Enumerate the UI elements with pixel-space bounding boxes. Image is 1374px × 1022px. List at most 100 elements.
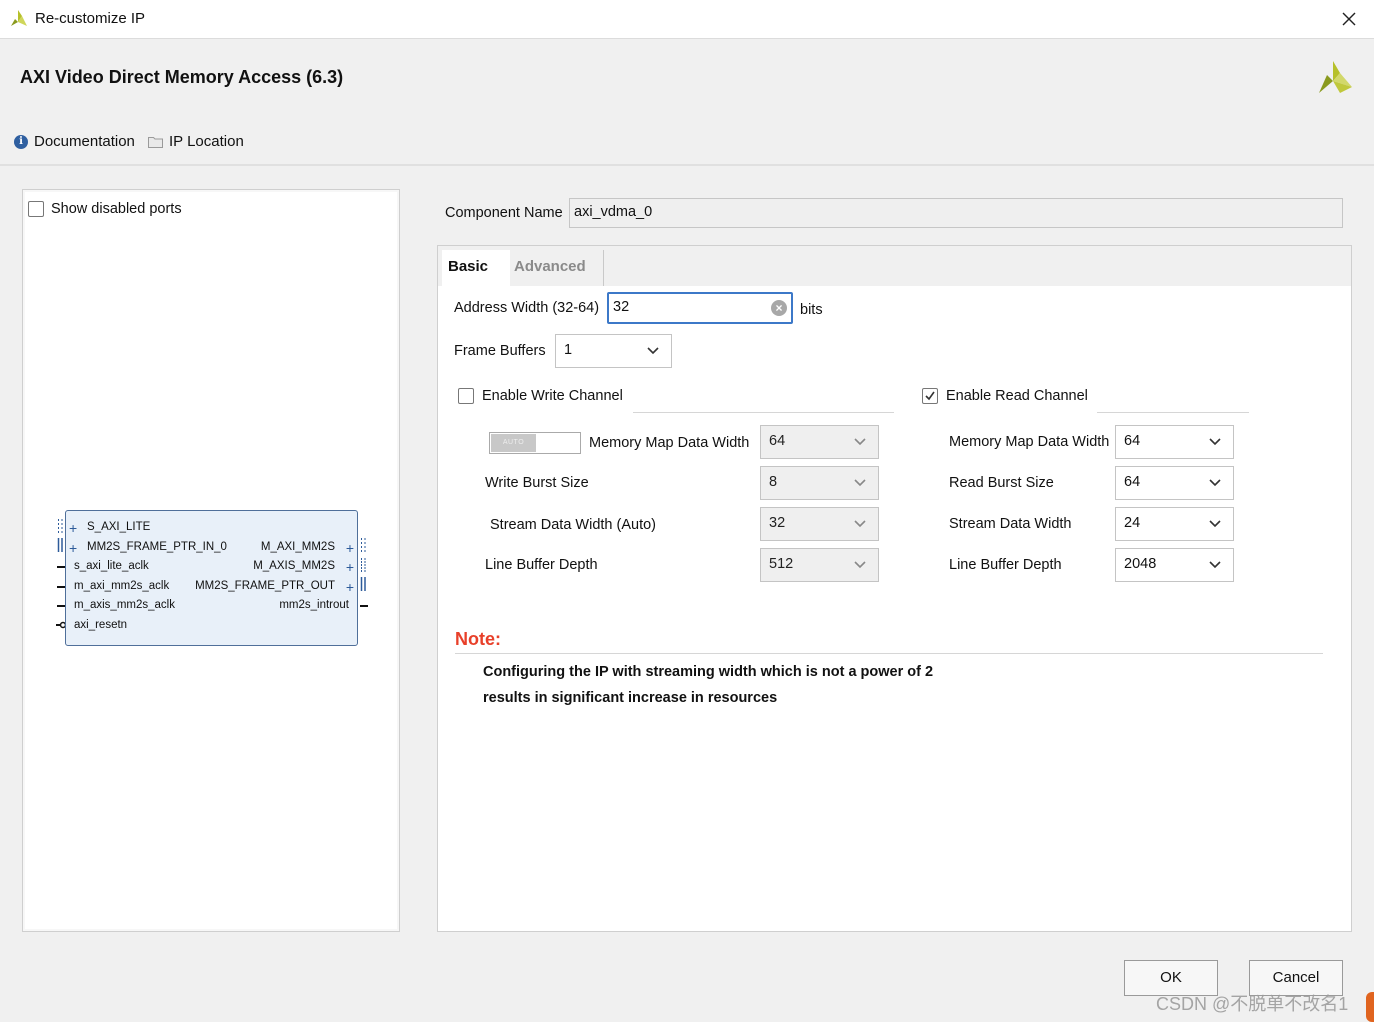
xilinx-logo-icon (11, 10, 27, 26)
chevron-down-icon (854, 479, 866, 487)
frame-buffers-value: 1 (564, 342, 573, 358)
address-width-label: Address Width (32-64) (454, 300, 600, 316)
bus-interface-icon (57, 538, 63, 552)
expand-icon[interactable]: + (346, 541, 354, 555)
documentation-link[interactable]: i Documentation (14, 133, 135, 150)
write-stream-data-width-label: Stream Data Width (Auto) (490, 517, 656, 533)
chevron-down-icon (1209, 438, 1221, 446)
chevron-down-icon (1209, 520, 1221, 528)
tab-advanced[interactable]: Advanced (508, 250, 604, 286)
close-icon[interactable] (1336, 6, 1362, 32)
component-name-field[interactable]: axi_vdma_0 (569, 198, 1343, 228)
show-disabled-ports-option[interactable]: Show disabled ports (28, 201, 182, 217)
documentation-label: Documentation (34, 133, 135, 150)
chevron-down-icon (854, 520, 866, 528)
title-bar: Re-customize IP (0, 0, 1374, 39)
port-label: S_AXI_LITE (87, 521, 151, 533)
port-label: M_AXI_MM2S (260, 541, 335, 553)
address-width-value: 32 (613, 299, 630, 315)
ip-header: AXI Video Direct Memory Access (6.3) i D… (0, 39, 1374, 166)
clear-icon[interactable]: × (771, 300, 787, 316)
port-label: s_axi_lite_aclk (74, 560, 149, 572)
show-disabled-ports-label: Show disabled ports (51, 201, 182, 217)
note-divider (455, 653, 1323, 654)
chevron-down-icon (1209, 561, 1221, 569)
enable-write-channel-checkbox[interactable] (458, 388, 474, 404)
auto-toggle-knob: AUTO (491, 434, 536, 452)
enable-read-channel-label: Enable Read Channel (946, 388, 1088, 404)
expand-icon[interactable]: + (69, 521, 77, 535)
read-channel-divider (1097, 412, 1249, 413)
write-burst-size-value: 8 (769, 474, 778, 490)
bus-interface-icon (361, 558, 366, 572)
ip-title: AXI Video Direct Memory Access (6.3) (20, 67, 344, 87)
write-channel-divider (633, 412, 894, 413)
read-mm-data-width-label: Memory Map Data Width (949, 434, 1110, 450)
port-label: M_AXIS_MM2S (253, 560, 335, 572)
corner-badge (1366, 992, 1374, 1022)
symbol-panel: Show disabled ports + S_AXI_LITE + MM2S_… (22, 189, 400, 932)
xilinx-brand-icon (1319, 61, 1352, 93)
window-title: Re-customize IP (35, 10, 146, 27)
expand-icon[interactable]: + (346, 580, 354, 594)
read-burst-size-dropdown[interactable]: 64 (1115, 466, 1234, 500)
read-burst-size-label: Read Burst Size (949, 475, 1054, 491)
port-label: MM2S_FRAME_PTR_OUT (195, 580, 335, 592)
show-disabled-ports-checkbox[interactable] (28, 201, 44, 217)
read-burst-size-value: 64 (1124, 474, 1141, 490)
frame-buffers-label: Frame Buffers (454, 343, 546, 359)
read-mm-data-width-dropdown[interactable]: 64 (1115, 425, 1234, 459)
chevron-down-icon (854, 561, 866, 569)
write-line-buffer-depth-dropdown[interactable]: 512 (760, 548, 879, 582)
ip-symbol-block: + S_AXI_LITE + MM2S_FRAME_PTR_IN_0 s_axi… (65, 510, 358, 646)
tab-strip: Basic Advanced (438, 246, 1351, 286)
write-mm-data-width-dropdown[interactable]: 64 (760, 425, 879, 459)
note-title: Note: (455, 629, 501, 649)
write-burst-size-label: Write Burst Size (485, 475, 589, 491)
write-line-buffer-depth-label: Line Buffer Depth (485, 557, 598, 573)
read-line-buffer-depth-dropdown[interactable]: 2048 (1115, 548, 1234, 582)
enable-write-channel-option[interactable]: Enable Write Channel (458, 388, 623, 404)
enable-write-channel-label: Enable Write Channel (482, 388, 623, 404)
port-label: MM2S_FRAME_PTR_IN_0 (87, 541, 227, 553)
folder-icon (148, 136, 163, 148)
address-width-input[interactable]: 32 × (607, 292, 793, 324)
read-line-buffer-depth-label: Line Buffer Depth (949, 557, 1062, 573)
read-stream-data-width-label: Stream Data Width (949, 516, 1072, 532)
chevron-down-icon (1209, 479, 1221, 487)
read-line-buffer-depth-value: 2048 (1124, 556, 1157, 572)
pin-stub (57, 566, 65, 568)
expand-icon[interactable]: + (346, 560, 354, 574)
read-stream-data-width-dropdown[interactable]: 24 (1115, 507, 1234, 541)
write-burst-size-dropdown[interactable]: 8 (760, 466, 879, 500)
read-stream-data-width-value: 24 (1124, 515, 1141, 531)
ip-location-label: IP Location (169, 133, 244, 150)
watermark: CSDN @不脱单不改名1 (1156, 994, 1349, 1014)
info-icon: i (14, 134, 28, 149)
write-stream-data-width-dropdown[interactable]: 32 (760, 507, 879, 541)
pin-stub (57, 586, 65, 588)
read-mm-data-width-value: 64 (1124, 433, 1141, 449)
address-width-unit: bits (800, 302, 823, 318)
port-label: axi_resetn (74, 619, 128, 631)
bus-interface-icon (58, 519, 63, 533)
tab-basic[interactable]: Basic (442, 250, 510, 286)
ip-location-link[interactable]: IP Location (148, 133, 244, 150)
component-name-label: Component Name (445, 205, 563, 221)
note-text-line-2: results in significant increase in resou… (483, 690, 778, 706)
write-stream-data-width-value: 32 (769, 515, 786, 531)
bus-interface-icon (360, 577, 366, 591)
write-mm-data-width-label: Memory Map Data Width (589, 435, 750, 451)
enable-read-channel-option[interactable]: Enable Read Channel (922, 388, 1088, 404)
note-text-line-1: Configuring the IP with streaming width … (483, 664, 934, 680)
expand-icon[interactable]: + (69, 541, 77, 555)
enable-read-channel-checkbox[interactable] (922, 388, 938, 404)
write-line-buffer-depth-value: 512 (769, 556, 794, 572)
port-label: m_axis_mm2s_aclk (74, 599, 175, 611)
auto-toggle[interactable]: AUTO (489, 432, 581, 454)
bus-interface-icon (361, 538, 366, 552)
write-mm-data-width-value: 64 (769, 433, 786, 449)
chevron-down-icon (854, 438, 866, 446)
frame-buffers-dropdown[interactable]: 1 (555, 334, 672, 368)
pin-stub (360, 605, 368, 607)
